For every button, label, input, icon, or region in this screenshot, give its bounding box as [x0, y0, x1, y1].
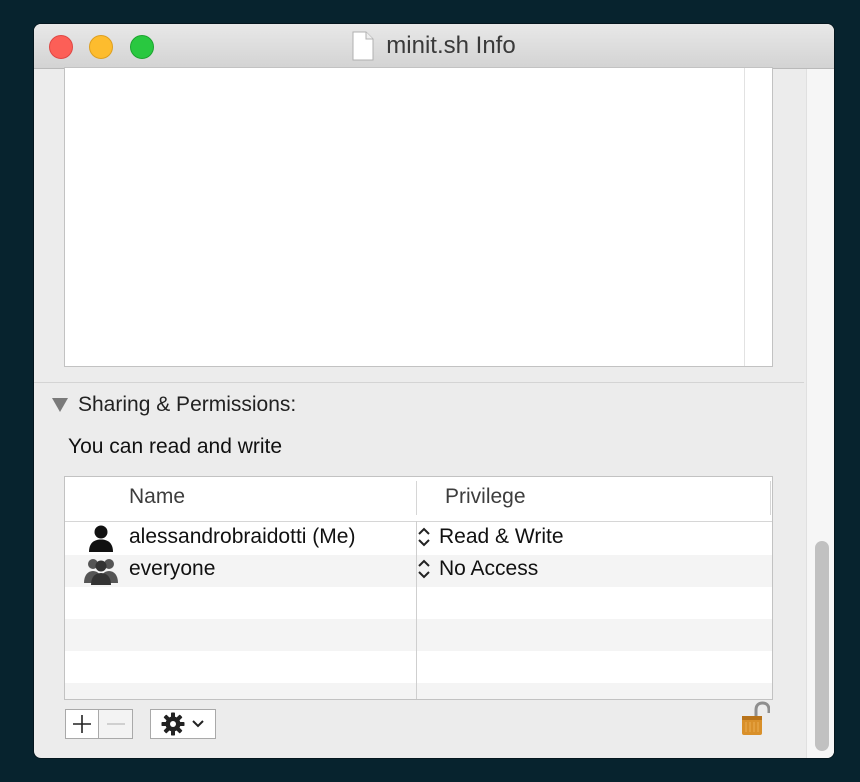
disclosure-triangle-icon[interactable]: [52, 398, 68, 412]
sharing-permissions-disclosure[interactable]: Sharing & Permissions:: [52, 393, 296, 417]
section-divider: [34, 382, 804, 383]
minus-icon: [106, 723, 125, 725]
user-name: alessandrobraidotti (Me): [129, 525, 356, 548]
gear-icon: [161, 712, 185, 736]
user-icon: [89, 525, 113, 552]
add-remove-controls: [65, 709, 133, 739]
title-group: minit.sh Info: [34, 24, 834, 68]
plus-icon: [73, 715, 91, 733]
permission-status: You can read and write: [68, 435, 283, 458]
privilege-popup[interactable]: Read & Write: [417, 525, 564, 549]
empty-row: [65, 619, 772, 651]
column-header-privilege[interactable]: Privilege: [445, 485, 526, 509]
table-row[interactable]: alessandrobraidotti (Me) Read & Write: [65, 523, 772, 555]
column-separator[interactable]: [416, 481, 417, 515]
info-window: minit.sh Info Sharing & Permissions: You…: [34, 24, 834, 758]
empty-row: [65, 587, 772, 619]
up-down-chevron-icon: [418, 527, 430, 547]
text-area-scroll-divider: [744, 68, 745, 366]
empty-row: [65, 683, 772, 699]
window-content: Sharing & Permissions: You can read and …: [34, 67, 834, 758]
empty-row: [65, 651, 772, 683]
scrollbar-thumb[interactable]: [815, 541, 829, 751]
remove-user-button[interactable]: [99, 709, 133, 739]
group-name: everyone: [129, 557, 216, 580]
comments-text-area[interactable]: [64, 67, 773, 367]
group-icon: [84, 559, 118, 585]
document-icon: [352, 31, 374, 61]
window-title: minit.sh Info: [386, 32, 516, 59]
column-header-name[interactable]: Name: [129, 485, 185, 509]
privilege-value: No Access: [439, 557, 539, 580]
column-separator[interactable]: [770, 481, 771, 515]
add-user-button[interactable]: [65, 709, 99, 739]
privilege-popup[interactable]: No Access: [417, 557, 538, 581]
table-row[interactable]: everyone No Access: [65, 555, 772, 587]
column-divider: [416, 521, 417, 699]
chevron-down-icon: [192, 720, 204, 728]
sharing-permissions-header: Sharing & Permissions:: [78, 393, 297, 416]
action-menu-button[interactable]: [150, 709, 216, 739]
privilege-value: Read & Write: [439, 525, 564, 548]
vertical-scrollbar[interactable]: [806, 69, 834, 758]
up-down-chevron-icon: [418, 559, 430, 579]
unlocked-padlock-icon[interactable]: [740, 701, 770, 737]
permissions-table[interactable]: Name Privilege alessandrobraidotti (Me) …: [64, 476, 773, 700]
title-bar[interactable]: minit.sh Info: [34, 24, 834, 69]
table-header: Name Privilege: [65, 477, 772, 522]
